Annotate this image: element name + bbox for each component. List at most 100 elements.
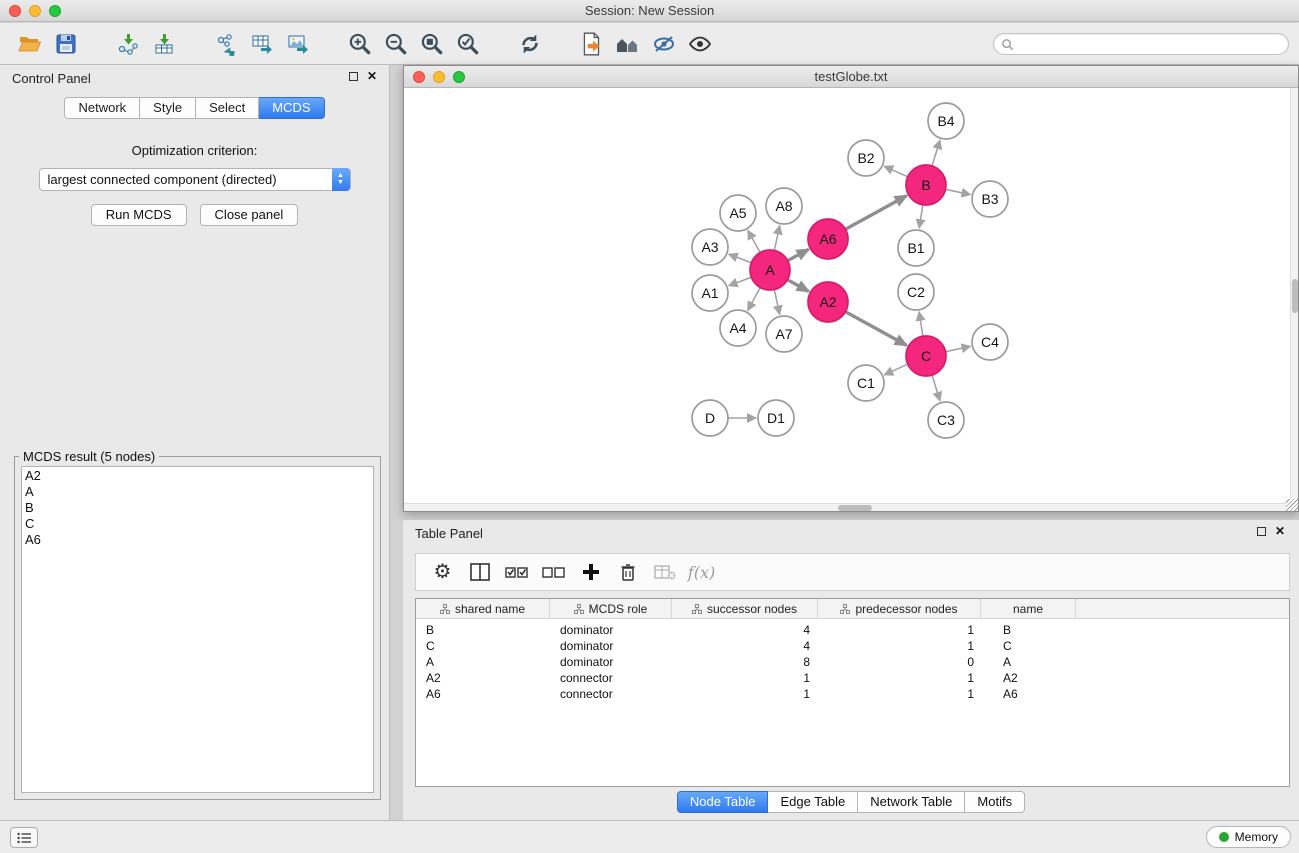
show-graphics-details-button[interactable] (646, 27, 682, 61)
function-builder-button[interactable]: f(x) (683, 555, 720, 589)
graph-edge-C-C3[interactable] (932, 375, 940, 401)
tab-mcds[interactable]: MCDS (259, 97, 324, 119)
memory-button[interactable]: Memory (1206, 826, 1291, 848)
graph-node-C4[interactable]: C4 (972, 324, 1008, 360)
minimize-window-button[interactable] (29, 5, 41, 17)
graph-node-C3[interactable]: C3 (928, 402, 964, 438)
graph-node-A3[interactable]: A3 (692, 229, 728, 265)
tab-motifs[interactable]: Motifs (965, 791, 1025, 813)
float-table-panel-icon[interactable] (1257, 527, 1266, 536)
delete-row-button[interactable] (609, 555, 646, 589)
export-image-button[interactable] (280, 27, 316, 61)
graph-node-B2[interactable]: B2 (848, 140, 884, 176)
search-input[interactable] (1018, 35, 1288, 53)
mcds-result-list[interactable]: A2 A B C A6 (21, 466, 374, 793)
zoom-fit-button[interactable] (414, 27, 450, 61)
graph-edge-A-A8[interactable] (774, 226, 779, 251)
select-all-button[interactable] (498, 555, 535, 589)
graph-node-A7[interactable]: A7 (766, 316, 802, 352)
table-row[interactable]: B dominator 4 1 B (416, 622, 1289, 638)
export-table-button[interactable] (244, 27, 280, 61)
zoom-window-button[interactable] (49, 5, 61, 17)
hide-graphics-details-button[interactable] (682, 27, 718, 61)
tab-select[interactable]: Select (196, 97, 259, 119)
table-row[interactable]: A6 connector 1 1 A6 (416, 686, 1289, 702)
tab-network-table[interactable]: Network Table (858, 791, 965, 813)
table-row[interactable]: A2 connector 1 1 A2 (416, 670, 1289, 686)
zoom-in-button[interactable] (342, 27, 378, 61)
graph-node-C[interactable]: C (906, 336, 946, 376)
close-panel-icon[interactable]: ✕ (367, 71, 377, 81)
graph-node-A4[interactable]: A4 (720, 310, 756, 346)
table-settings-button[interactable]: ⚙ (424, 555, 461, 589)
mcds-result-item[interactable]: A6 (25, 532, 373, 548)
graph-node-A[interactable]: A (750, 250, 790, 290)
snapshot-button[interactable] (574, 27, 610, 61)
run-mcds-button[interactable]: Run MCDS (91, 204, 187, 226)
network-minimize-button[interactable] (433, 71, 445, 83)
graph-node-B[interactable]: B (906, 165, 946, 205)
close-window-button[interactable] (9, 5, 21, 17)
clear-table-button[interactable] (646, 555, 683, 589)
graph-edge-A-A6[interactable] (788, 249, 809, 260)
graph-edge-A6-B[interactable] (846, 196, 907, 230)
insert-column-button[interactable] (461, 555, 498, 589)
node-table[interactable]: shared name MCDS role successor nodes pr… (415, 598, 1290, 787)
graph-node-A2[interactable]: A2 (808, 282, 848, 322)
network-close-button[interactable] (413, 71, 425, 83)
tab-edge-table[interactable]: Edge Table (768, 791, 858, 813)
save-session-button[interactable] (48, 27, 84, 61)
graph-node-D1[interactable]: D1 (758, 400, 794, 436)
graph-edge-B-B4[interactable] (932, 140, 940, 166)
close-panel-button[interactable]: Close panel (200, 204, 299, 226)
graph-edge-A-A1[interactable] (729, 277, 752, 286)
table-row[interactable]: C dominator 4 1 C (416, 638, 1289, 654)
float-panel-icon[interactable] (349, 72, 358, 81)
resize-grip-icon[interactable] (1286, 499, 1298, 511)
refresh-view-button[interactable] (512, 27, 548, 61)
graph-edge-B-B3[interactable] (946, 189, 971, 194)
graph-node-D[interactable]: D (692, 400, 728, 436)
graph-edge-A2-C[interactable] (846, 312, 907, 346)
network-window-titlebar[interactable]: testGlobe.txt (404, 66, 1298, 88)
tab-network[interactable]: Network (64, 97, 140, 119)
graph-edge-B-B2[interactable] (884, 166, 908, 177)
mcds-result-item[interactable]: B (25, 500, 373, 516)
graph-edge-A-A4[interactable] (748, 288, 761, 311)
column-header-successor-nodes[interactable]: successor nodes (672, 599, 818, 618)
mcds-result-item[interactable]: C (25, 516, 373, 532)
graph-node-A8[interactable]: A8 (766, 188, 802, 224)
network-zoom-button[interactable] (453, 71, 465, 83)
toolbar-search[interactable] (993, 33, 1289, 55)
import-table-button[interactable] (146, 27, 182, 61)
graph-node-B3[interactable]: B3 (972, 181, 1008, 217)
close-table-panel-icon[interactable]: ✕ (1275, 526, 1285, 536)
column-header-shared-name[interactable]: shared name (416, 599, 550, 618)
network-horizontal-scrollbar[interactable] (404, 503, 1290, 511)
table-row[interactable]: A dominator 8 0 A (416, 654, 1289, 670)
graph-node-B4[interactable]: B4 (928, 103, 964, 139)
graph-edge-B-B1[interactable] (919, 205, 923, 228)
zoom-out-button[interactable] (378, 27, 414, 61)
task-history-button[interactable] (10, 827, 38, 848)
tab-style[interactable]: Style (140, 97, 196, 119)
birds-eye-view-button[interactable] (610, 27, 646, 61)
mcds-result-item[interactable]: A2 (25, 468, 373, 484)
graph-node-B1[interactable]: B1 (898, 230, 934, 266)
graph-node-A5[interactable]: A5 (720, 195, 756, 231)
mcds-result-item[interactable]: A (25, 484, 373, 500)
network-graph[interactable]: B4B2BB3A8A5A6B1A3AC2A1A2A4A7CC4C1C3DD1 (404, 88, 1298, 511)
graph-edge-A-A2[interactable] (788, 280, 809, 292)
criterion-dropdown[interactable]: largest connected component (directed) ▲… (39, 168, 351, 191)
graph-edge-C-C1[interactable] (884, 364, 908, 375)
graph-edge-C-C4[interactable] (946, 346, 971, 351)
export-network-button[interactable] (208, 27, 244, 61)
add-row-button[interactable] (572, 555, 609, 589)
network-canvas[interactable]: B4B2BB3A8A5A6B1A3AC2A1A2A4A7CC4C1C3DD1 (404, 88, 1298, 511)
graph-node-A1[interactable]: A1 (692, 275, 728, 311)
column-header-mcds-role[interactable]: MCDS role (550, 599, 672, 618)
tab-node-table[interactable]: Node Table (677, 791, 769, 813)
open-session-button[interactable] (12, 27, 48, 61)
graph-node-A6[interactable]: A6 (808, 219, 848, 259)
zoom-selected-button[interactable] (450, 27, 486, 61)
